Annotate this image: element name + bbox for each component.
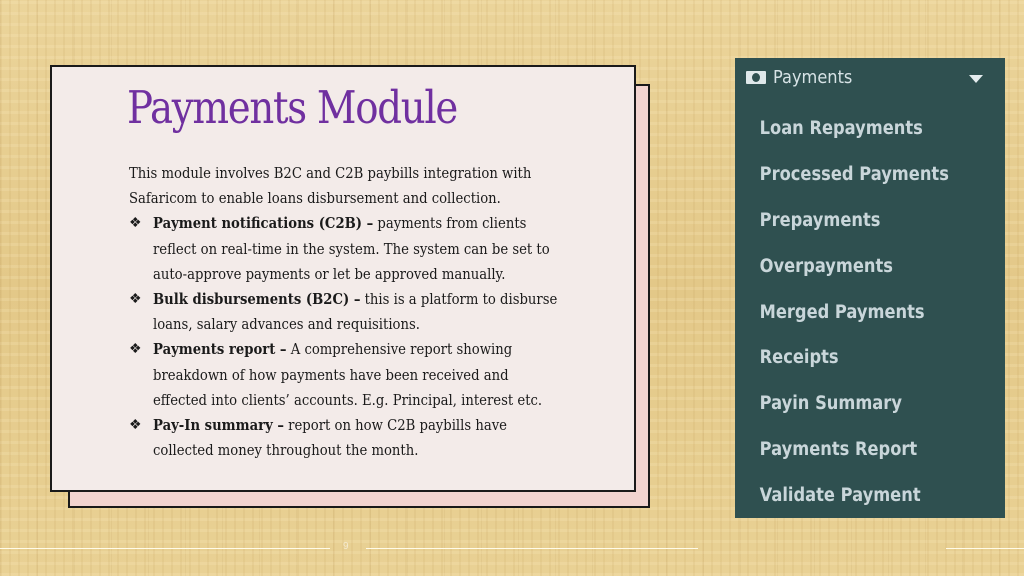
- menu-item-loan-repayments[interactable]: Loan Repayments: [735, 114, 973, 160]
- bullet-text: effected into clients’ accounts. E.g. Pr…: [153, 390, 543, 409]
- bullet-heading: Payment notifications (C2B) –: [153, 214, 374, 233]
- payments-submenu: Loan Repayments Processed Payments Prepa…: [735, 114, 1005, 527]
- bullet-item-payments-report: ❖ Payments report – A comprehensive repo…: [129, 337, 629, 413]
- menu-item-validate-payment[interactable]: Validate Payment: [735, 481, 973, 527]
- page-number: 9: [343, 541, 349, 552]
- bullet-heading: Pay-In summary –: [153, 416, 284, 435]
- menu-item-payin-summary[interactable]: Payin Summary: [735, 389, 973, 435]
- bullet-text: payments from clients: [373, 214, 527, 233]
- money-icon: [746, 71, 766, 84]
- footer-divider: [946, 548, 1024, 549]
- bullet-text: A comprehensive report showing: [286, 340, 513, 359]
- menu-item-processed-payments[interactable]: Processed Payments: [735, 160, 973, 206]
- intro-line: This module involves B2C and C2B paybill…: [129, 164, 532, 182]
- bullet-text: this is a platform to disburse: [360, 290, 558, 309]
- bullet-text: reflect on real-time in the system. The …: [153, 239, 550, 258]
- menu-item-payments-report[interactable]: Payments Report: [735, 435, 973, 481]
- intro-line: Safaricom to enable loans disbursement a…: [129, 189, 501, 208]
- diamond-bullet-icon: ❖: [129, 291, 142, 308]
- bullet-item-payment-notifications: ❖ Payment notifications (C2B) – payments…: [129, 211, 629, 287]
- menu-item-merged-payments[interactable]: Merged Payments: [735, 298, 973, 344]
- bullet-text: loans, salary advances and requisitions.: [153, 315, 420, 334]
- diamond-bullet-icon: ❖: [129, 417, 142, 434]
- bullet-heading: Payments report –: [153, 340, 287, 359]
- content-card: Payments Module This module involves B2C…: [50, 65, 636, 492]
- slide-title: Payments Module: [127, 81, 458, 134]
- payments-menu-title: Payments: [773, 67, 853, 88]
- bullet-text: breakdown of how payments have been rece…: [153, 365, 509, 384]
- bullet-text: collected money throughout the month.: [153, 441, 419, 460]
- bullet-item-bulk-disbursements: ❖ Bulk disbursements (B2C) – this is a p…: [129, 287, 629, 337]
- menu-item-prepayments[interactable]: Prepayments: [735, 206, 973, 252]
- diamond-bullet-icon: ❖: [129, 215, 142, 232]
- bullet-item-pay-in-summary: ❖ Pay-In summary – report on how C2B pay…: [129, 413, 629, 463]
- menu-item-overpayments[interactable]: Overpayments: [735, 252, 973, 298]
- footer-divider: [0, 548, 330, 549]
- payments-menu-header[interactable]: Payments: [735, 58, 1005, 100]
- bullet-heading: Bulk disbursements (B2C) –: [153, 290, 361, 309]
- diamond-bullet-icon: ❖: [129, 341, 142, 358]
- bullet-text: auto-approve payments or let be approved…: [153, 264, 506, 283]
- footer-divider: [366, 548, 698, 549]
- menu-item-receipts[interactable]: Receipts: [735, 343, 973, 389]
- bullet-list: ❖ Payment notifications (C2B) – payments…: [129, 211, 629, 463]
- payments-menu-panel: Payments Loan Repayments Processed Payme…: [735, 58, 1005, 518]
- bullet-text: report on how C2B paybills have: [283, 416, 507, 435]
- slide-body: This module involves B2C and C2B paybill…: [129, 161, 629, 463]
- caret-down-icon[interactable]: [969, 75, 983, 83]
